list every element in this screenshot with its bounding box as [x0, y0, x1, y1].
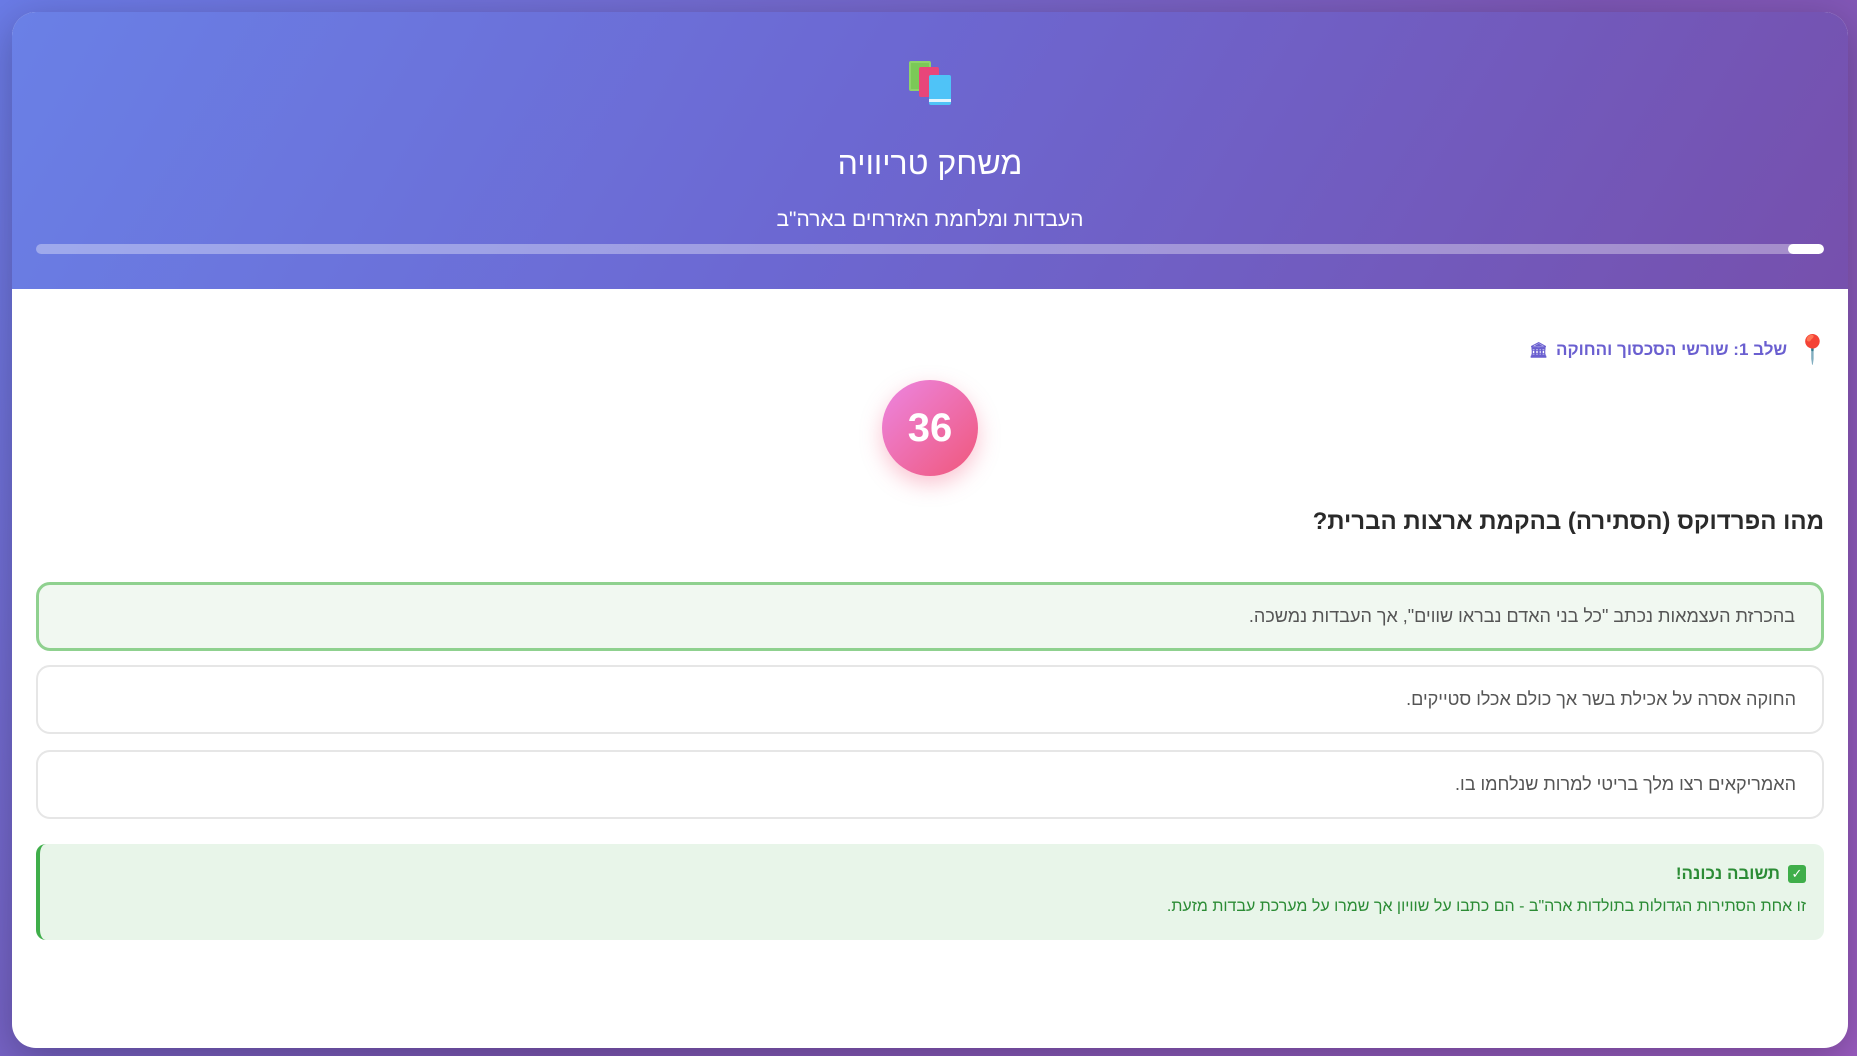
feedback-panel: ✓ תשובה נכונה! זו אחת הסתירות הגדולות בת…: [36, 844, 1824, 940]
header: משחק טריוויה העבדות ומלחמת האזרחים בארה"…: [12, 12, 1848, 289]
classical-building-icon: 🏛: [1529, 341, 1549, 359]
answer-option-1[interactable]: בהכרזת העצמאות נכתב "כל בני האדם נבראו ש…: [36, 582, 1824, 651]
answer-option-2[interactable]: החוקה אסרה על אכילת בשר אך כולם אכלו סטי…: [36, 665, 1824, 734]
feedback-text: זו אחת הסתירות הגדולות בתולדות ארה"ב - ה…: [1166, 898, 1806, 915]
progress-bar: [36, 244, 1824, 254]
check-mark-icon: ✓: [1788, 865, 1806, 883]
question-text: מהו הפרדוקס (הסתירה) בהקמת ארצות הברית?: [1312, 508, 1824, 535]
stage-indicator: 📍 שלב 1: שורשי הסכסוך והחוקה 🏛: [1529, 332, 1830, 368]
stage-label: שלב 1: שורשי הסכסוך והחוקה: [1556, 340, 1788, 359]
countdown-timer: 36: [882, 380, 978, 476]
trivia-card: משחק טריוויה העבדות ומלחמת האזרחים בארה"…: [12, 12, 1848, 1048]
progress-fill: [1788, 244, 1824, 254]
round-pushpin-icon: 📍: [1795, 334, 1830, 365]
answer-option-label: בהכרזת העצמאות נכתב "כל בני האדם נבראו ש…: [1248, 606, 1795, 626]
answer-option-3[interactable]: האמריקאים רצו מלך בריטי למרות שנלחמו בו.: [36, 750, 1824, 819]
answer-option-label: החוקה אסרה על אכילת בשר אך כולם אכלו סטי…: [1406, 689, 1796, 709]
feedback-title: תשובה נכונה!: [1675, 864, 1780, 883]
answer-option-label: האמריקאים רצו מלך בריטי למרות שנלחמו בו.: [1455, 774, 1796, 794]
books-icon: [909, 61, 951, 105]
page-title: משחק טריוויה: [837, 145, 1023, 181]
page-subtitle: העבדות ומלחמת האזרחים בארה"ב: [776, 208, 1084, 231]
